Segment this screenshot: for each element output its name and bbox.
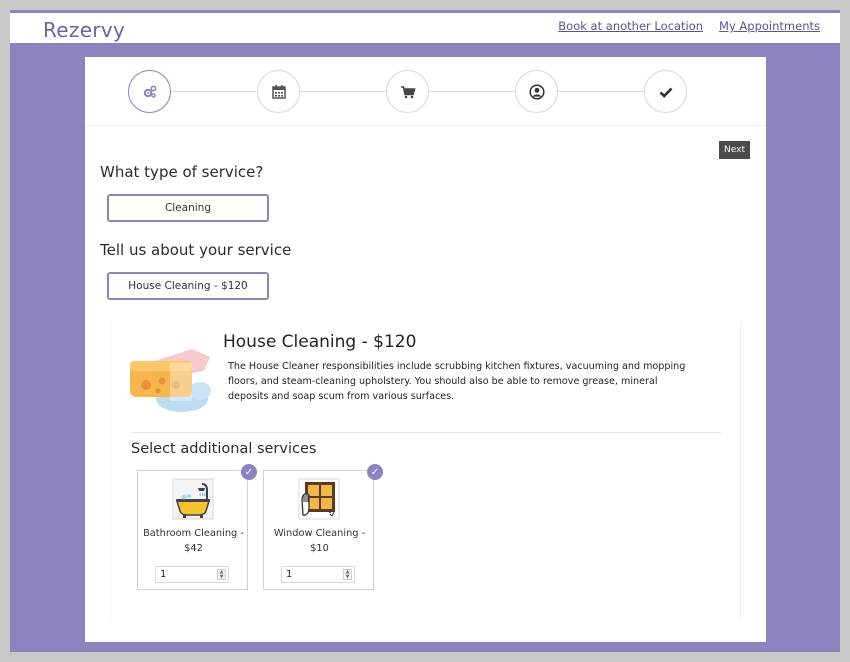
additional-services-title: Select additional services <box>131 441 317 457</box>
spin-down-icon: ▼ <box>219 573 224 580</box>
addon-bathroom-cleaning[interactable]: ✓ Bathroom Cleaning - $42 1 ▲ ▼ <box>137 464 257 590</box>
section-divider <box>131 432 721 433</box>
service-detail-title: House Cleaning - $120 <box>223 332 417 352</box>
step-date[interactable] <box>257 70 300 113</box>
quantity-spinner[interactable]: ▲ ▼ <box>343 569 352 580</box>
bathtub-icon <box>172 478 214 520</box>
step-account[interactable] <box>515 70 558 113</box>
addon-quantity-value: 1 <box>286 569 293 580</box>
user-icon <box>528 83 545 100</box>
addon-checked-icon: ✓ <box>367 464 383 480</box>
cart-icon <box>400 85 416 98</box>
addon-quantity-value: 1 <box>160 569 167 580</box>
gears-icon <box>143 84 157 98</box>
check-icon <box>659 87 672 98</box>
app-frame: Rezervy Book at another Location My Appo… <box>10 10 840 652</box>
spin-down-icon: ▼ <box>345 573 350 580</box>
next-button[interactable]: Next <box>719 141 750 159</box>
brand-logo[interactable]: Rezervy <box>43 18 125 42</box>
service-select[interactable]: House Cleaning - $120 <box>107 272 269 300</box>
top-links: Book at another Location My Appointments <box>558 19 820 33</box>
addon-quantity-input[interactable]: 1 ▲ ▼ <box>281 566 355 583</box>
addon-label: Bathroom Cleaning - $42 <box>143 528 244 554</box>
addon-label: Window Cleaning - $10 <box>273 528 366 554</box>
quantity-spinner[interactable]: ▲ ▼ <box>217 569 226 580</box>
addon-quantity-input[interactable]: 1 ▲ ▼ <box>155 566 229 583</box>
my-appointments-link[interactable]: My Appointments <box>719 19 820 33</box>
addon-window-cleaning[interactable]: ✓ Window Cleaning - $10 1 ▲ ▼ <box>263 464 383 590</box>
window-icon <box>298 478 340 520</box>
step-cart[interactable] <box>386 70 429 113</box>
top-navbar: Rezervy Book at another Location My Appo… <box>10 10 840 43</box>
booking-card: Next What type of service? Cleaning Tell… <box>85 57 766 642</box>
book-another-location-link[interactable]: Book at another Location <box>558 19 703 33</box>
service-type-question: What type of service? <box>100 163 264 181</box>
service-question: Tell us about your service <box>100 241 292 259</box>
calendar-icon <box>271 84 286 99</box>
service-type-select[interactable]: Cleaning <box>107 194 269 222</box>
service-detail-panel: House Cleaning - $120 The House Cleaner … <box>111 321 741 619</box>
booking-stepper <box>85 57 766 126</box>
addon-checked-icon: ✓ <box>241 464 257 480</box>
step-confirm[interactable] <box>644 70 687 113</box>
sponge-cleaning-icon <box>130 349 211 412</box>
service-detail-description: The House Cleaner responsibilities inclu… <box>228 361 686 402</box>
step-service[interactable] <box>128 70 171 113</box>
